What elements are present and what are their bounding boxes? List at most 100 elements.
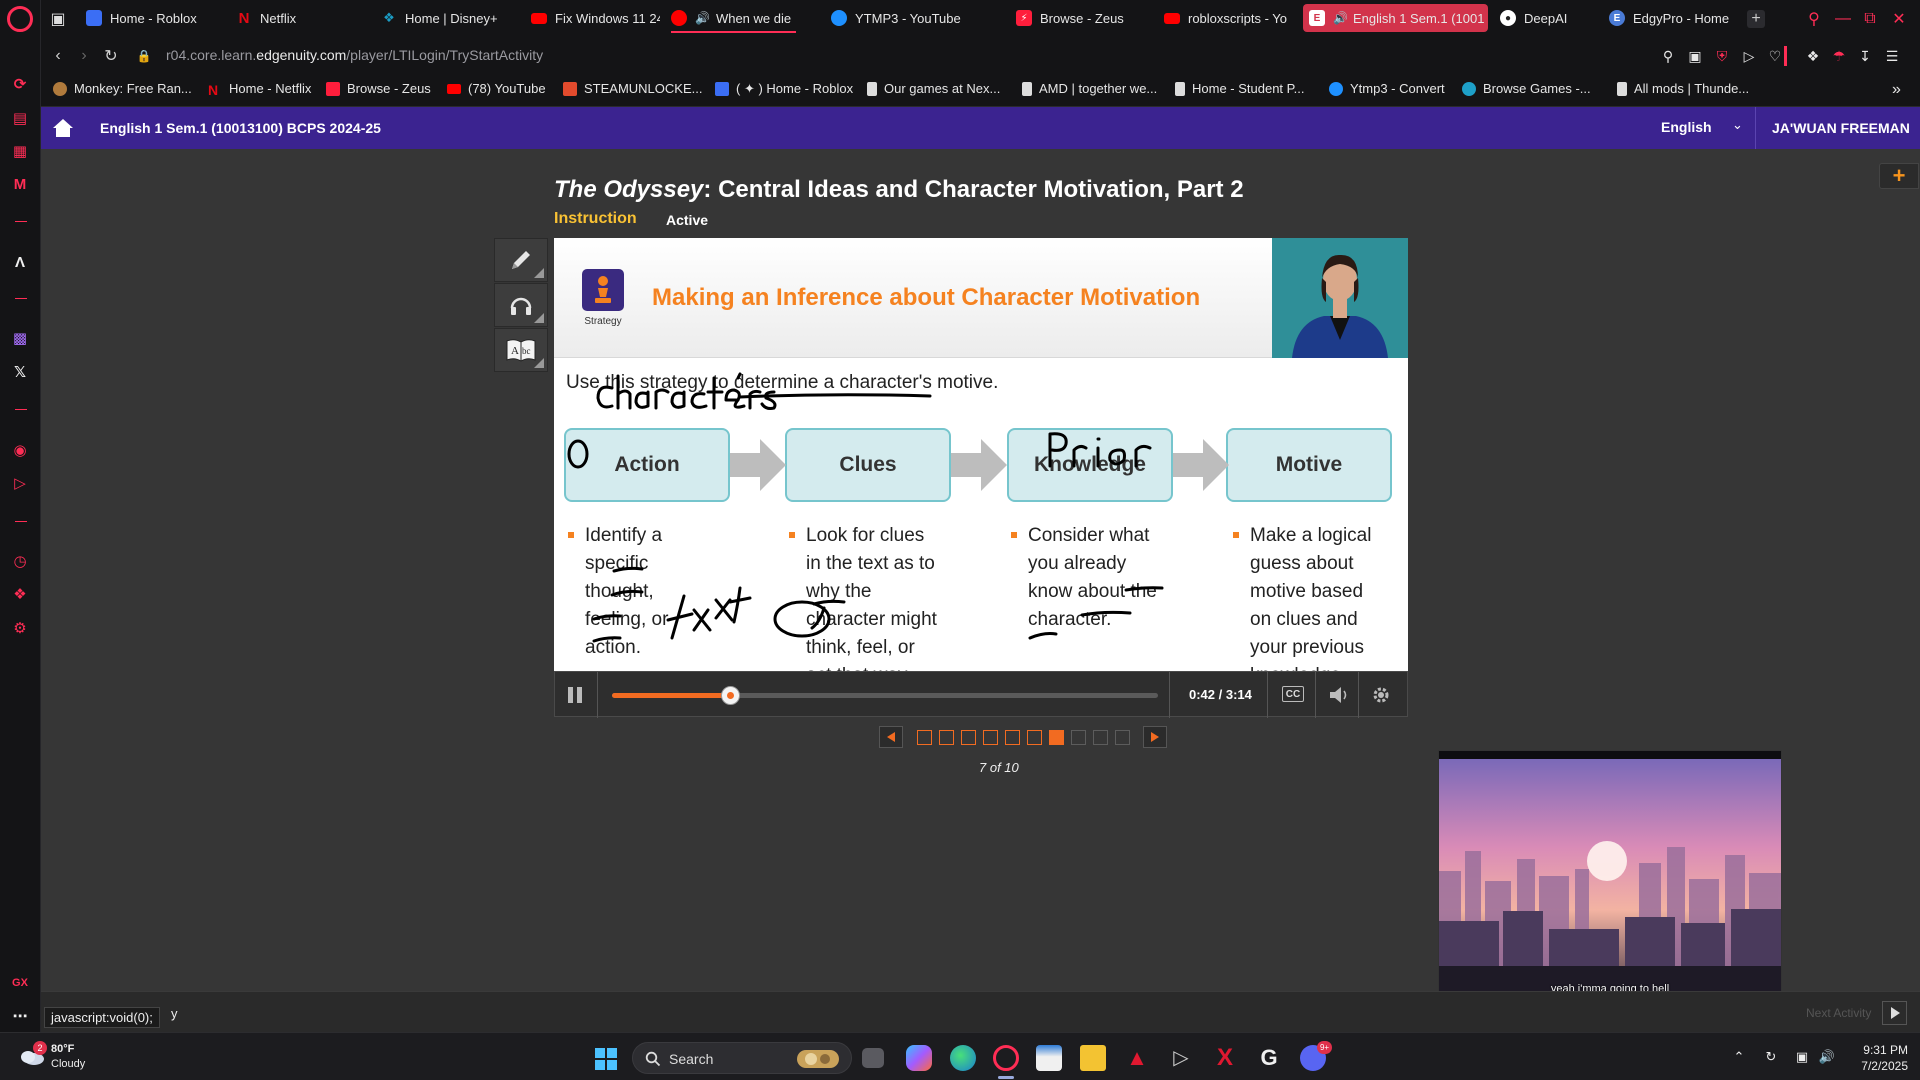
edge-icon[interactable] [950, 1045, 976, 1071]
adblock-icon[interactable]: ⛨ [1713, 47, 1731, 65]
task-view-icon[interactable] [862, 1048, 884, 1068]
pager-page-3[interactable] [961, 730, 976, 745]
home-icon[interactable] [52, 117, 74, 139]
extensions-icon[interactable]: ❖ [1804, 47, 1822, 65]
pager-page-9[interactable] [1093, 730, 1108, 745]
minimize-icon[interactable]: — [1834, 10, 1852, 28]
bookmark-zeus[interactable]: Browse - Zeus [326, 81, 431, 96]
menu-icon[interactable]: ☰ [1883, 47, 1901, 65]
course-title[interactable]: English 1 Sem.1 (10013100) BCPS 2024-25 [100, 120, 381, 136]
tab-fix-windows[interactable]: Fix Windows 11 24 [525, 4, 660, 32]
history-icon[interactable]: ⟳ [9, 73, 31, 95]
sync-icon[interactable]: ↻ [1763, 1049, 1779, 1065]
bookmark-browse-games[interactable]: Browse Games -... [1462, 81, 1591, 96]
volume-icon[interactable] [1328, 684, 1350, 706]
pager-page-7[interactable] [1049, 730, 1064, 745]
download-icon[interactable]: ↧ [1856, 47, 1874, 65]
twitch-icon[interactable]: ▩ [9, 327, 31, 349]
back-icon[interactable]: ‹ [49, 47, 67, 65]
tab-disney[interactable]: ❖ Home | Disney+ [375, 4, 520, 32]
restore-icon[interactable]: ⧉ [1861, 10, 1879, 28]
pager-page-4[interactable] [983, 730, 998, 745]
tab-netflix[interactable]: N Netflix [230, 4, 370, 32]
search-tabs-icon[interactable]: ⚲ [1805, 10, 1823, 28]
tab-ytmp3[interactable]: YTMP3 - YouTube [825, 4, 995, 32]
tab-edgypro[interactable]: E EdgyPro - Home [1603, 4, 1753, 32]
send-icon[interactable]: ▷ [9, 472, 31, 494]
tab-when-we-die[interactable]: 🔊 When we die [665, 4, 800, 32]
bookmark-ytmp3[interactable]: Ytmp3 - Convert [1329, 81, 1445, 96]
speaker-tray-icon[interactable]: 🔊 [1819, 1049, 1835, 1065]
settings-icon[interactable]: ⚙ [9, 617, 31, 639]
pager-next-button[interactable] [1143, 726, 1167, 748]
clock-time[interactable]: 9:31 PM [1856, 1043, 1908, 1057]
opera-gx-icon[interactable] [993, 1045, 1019, 1071]
audio-tool[interactable] [494, 283, 548, 327]
bookmark-monkey[interactable]: Monkey: Free Ran... [53, 81, 192, 96]
pager-page-10[interactable] [1115, 730, 1130, 745]
vpn-icon[interactable]: ☂ [1830, 47, 1848, 65]
plus-icon[interactable]: + [1879, 163, 1919, 189]
bookmark-student[interactable]: Home - Student P... [1175, 81, 1305, 96]
tab-roblox[interactable]: Home - Roblox [80, 4, 225, 32]
bookmark-all-mods[interactable]: All mods | Thunde... [1617, 81, 1749, 96]
xbox-x-icon[interactable]: X [1212, 1045, 1238, 1071]
tab-zeus[interactable]: ⚡ Browse - Zeus [1010, 4, 1150, 32]
weather-condition[interactable]: Cloudy [51, 1058, 85, 1070]
new-tab-button[interactable]: + [1747, 10, 1765, 28]
music-video-thumbnail[interactable]: yeah i'mma going to hell [1438, 750, 1782, 1010]
snapshot-icon[interactable]: ▣ [1686, 47, 1704, 65]
language-select[interactable]: English [1661, 119, 1712, 135]
forward-icon[interactable]: › [75, 47, 93, 65]
aria-icon[interactable]: Λ [9, 251, 31, 273]
m-icon[interactable]: M [9, 173, 31, 195]
pager-page-5[interactable] [1005, 730, 1020, 745]
clock-date[interactable]: 7/2/2025 [1840, 1059, 1908, 1073]
pager-page-1[interactable] [917, 730, 932, 745]
more-icon[interactable]: ⋯ [9, 1005, 31, 1027]
chevron-up-icon[interactable]: ⌃ [1731, 1049, 1747, 1065]
redragon-icon[interactable]: ▲ [1124, 1045, 1150, 1071]
bookmark-nex[interactable]: Our games at Nex... [867, 81, 1000, 96]
image-icon[interactable]: ▦ [9, 140, 31, 162]
weather-temperature[interactable]: 80°F [51, 1043, 74, 1055]
puzzle-icon[interactable]: ❖ [9, 583, 31, 605]
pencil-tool[interactable] [494, 238, 548, 282]
bookmark-amd[interactable]: AMD | together we... [1022, 81, 1157, 96]
tool-icon[interactable]: ▷ [1168, 1045, 1194, 1071]
pause-icon[interactable] [565, 685, 585, 705]
player-icon[interactable]: ◉ [9, 439, 31, 461]
seek-track[interactable] [612, 686, 1158, 705]
pager-page-6[interactable] [1027, 730, 1042, 745]
bookmark-roblox[interactable]: ( ✦ ) Home - Roblox [715, 81, 853, 97]
closed-captions-button[interactable]: CC [1282, 686, 1304, 702]
opera-logo-icon[interactable] [7, 6, 33, 32]
g-hub-icon[interactable]: G [1256, 1045, 1282, 1071]
more-bookmarks-icon[interactable]: » [1892, 81, 1901, 99]
workspaces-icon[interactable]: ▣ [49, 10, 67, 28]
store-icon[interactable] [1036, 1045, 1062, 1071]
copilot-icon[interactable] [906, 1045, 932, 1071]
bookmark-youtube[interactable]: (78) YouTube [447, 81, 546, 96]
taskbar-search[interactable]: Search [632, 1042, 852, 1074]
x-icon[interactable]: 𝕏 [9, 361, 31, 383]
seek-handle[interactable] [721, 686, 741, 705]
heart-icon[interactable]: ♡ [1766, 47, 1784, 65]
pin-icon[interactable]: ⚲ [1659, 47, 1677, 65]
reload-icon[interactable]: ↻ [102, 47, 120, 65]
gx-icon[interactable]: GX [9, 972, 31, 994]
pager-page-2[interactable] [939, 730, 954, 745]
bookmark-netflix[interactable]: N Home - Netflix [208, 81, 311, 98]
play-icon[interactable]: ▷ [1740, 47, 1758, 65]
windows-start-icon[interactable] [594, 1047, 618, 1071]
bookmark-steamunlocked[interactable]: STEAMUNLOCKE... [563, 81, 702, 96]
network-icon[interactable]: ▣ [1794, 1049, 1810, 1065]
close-window-icon[interactable]: ✕ [1890, 10, 1908, 28]
pager-page-8[interactable] [1071, 730, 1086, 745]
user-name[interactable]: JA'WUAN FREEMAN [1772, 120, 1910, 136]
clock-icon[interactable]: ◷ [9, 550, 31, 572]
dictionary-tool[interactable]: Abc [494, 328, 548, 372]
chevron-down-icon[interactable]: ⌄ [1732, 117, 1743, 133]
file-explorer-icon[interactable] [1080, 1045, 1106, 1071]
pager-prev-button[interactable] [879, 726, 903, 748]
